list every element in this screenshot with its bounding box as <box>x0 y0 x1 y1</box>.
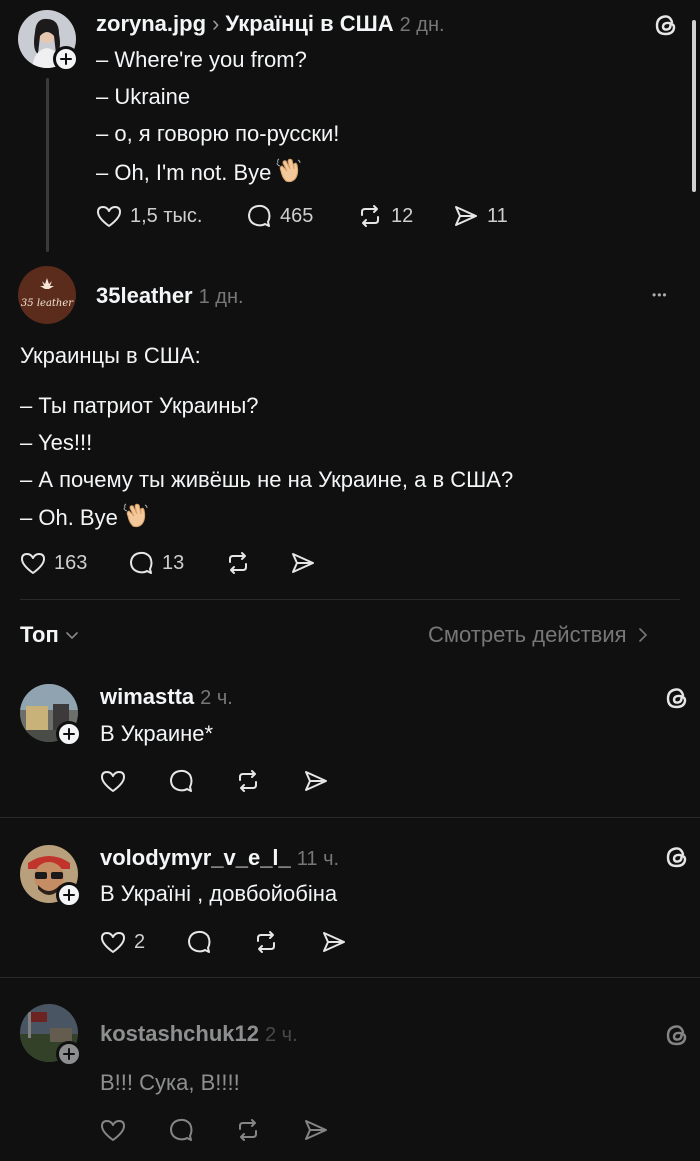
follow-plus-kostashchuk[interactable] <box>56 1041 82 1067</box>
divider <box>0 817 700 818</box>
reply-count: 13 <box>162 551 185 574</box>
comment-icon <box>130 551 153 574</box>
reply-button[interactable]: 13 <box>126 548 184 578</box>
share-button[interactable]: 11 <box>451 201 508 231</box>
heart-icon <box>97 206 121 227</box>
share-button[interactable] <box>301 766 331 796</box>
post-line: – Oh, I'm not. Bye <box>96 157 303 186</box>
waving-hand-icon <box>123 503 148 528</box>
view-activity-label: Смотреть действия <box>428 622 627 647</box>
divider <box>0 977 700 978</box>
heart-icon <box>101 771 125 792</box>
threads-logo-icon[interactable] <box>662 1020 692 1050</box>
reply-button[interactable] <box>166 766 196 796</box>
comment-time: 2 ч. <box>264 1024 298 1046</box>
post-line: – А почему ты живёшь не на Украине, а в … <box>20 467 514 492</box>
scrollbar-thumb[interactable] <box>692 20 696 192</box>
follow-plus-wimastta[interactable] <box>56 721 82 747</box>
comment-icon <box>170 1118 193 1141</box>
comment-icon <box>170 769 193 792</box>
send-icon <box>323 932 345 952</box>
like-count: 2 <box>134 930 146 953</box>
sort-dropdown[interactable]: Топ <box>20 622 79 648</box>
repost-icon <box>257 931 275 953</box>
like-count: 1,5 тыс. <box>130 204 203 227</box>
share-button[interactable] <box>301 1115 331 1145</box>
username-wimastta[interactable]: wimastta <box>100 684 194 710</box>
repost-button[interactable] <box>233 1115 263 1145</box>
post-line: – Oh. Bye <box>20 502 150 531</box>
repost-icon <box>229 552 247 574</box>
share-button[interactable] <box>288 548 318 578</box>
comment-icon <box>188 930 211 953</box>
follow-plus-zoryna[interactable] <box>53 46 79 72</box>
reply-button[interactable]: 465 <box>244 201 313 231</box>
comment-time: 11 ч. <box>296 848 340 870</box>
topic-tag[interactable]: Українці в США <box>225 11 393 37</box>
comment-text: В Украине* <box>100 721 214 746</box>
share-count: 11 <box>487 204 508 227</box>
username-zoryna[interactable]: zoryna.jpg <box>96 11 206 37</box>
username-volodymyr[interactable]: volodymyr_v_e_l_ <box>100 845 291 871</box>
post-time: 1 дн. <box>198 286 244 308</box>
divider <box>20 599 680 600</box>
like-button[interactable]: 163 <box>18 548 87 578</box>
threads-logo-icon[interactable] <box>662 842 692 872</box>
chevron-right-icon <box>638 628 647 642</box>
like-button[interactable] <box>98 766 128 796</box>
repost-button[interactable]: 12 <box>355 201 413 231</box>
like-count: 163 <box>54 551 88 574</box>
more-options-button[interactable]: ••• <box>652 288 668 302</box>
username-35leather[interactable]: 35leather <box>96 283 193 309</box>
send-icon <box>455 206 477 226</box>
post-line: – Ты патриот Украины? <box>20 393 259 418</box>
heart-icon <box>101 932 125 953</box>
repost-icon <box>239 1119 257 1141</box>
send-icon <box>305 771 327 791</box>
send-icon <box>292 553 314 573</box>
username-kostashchuk[interactable]: kostashchuk12 <box>100 1021 259 1047</box>
waving-hand-icon <box>276 158 301 183</box>
reply-button[interactable] <box>166 1115 196 1145</box>
reply-button[interactable] <box>184 927 214 957</box>
svg-text:35 leather: 35 leather <box>21 298 74 309</box>
repost-icon <box>239 770 257 792</box>
post-time: 2 дн. <box>399 14 445 36</box>
post-line: – Yes!!! <box>20 430 93 455</box>
like-button[interactable]: 2 <box>98 927 145 957</box>
reply-count: 465 <box>280 204 314 227</box>
repost-button[interactable] <box>223 548 253 578</box>
post-line: – о, я говорю по-русски! <box>96 121 340 146</box>
comment-text: В Україні , довбойобіна <box>100 881 338 906</box>
heart-icon <box>101 1120 125 1141</box>
repost-button[interactable] <box>251 927 281 957</box>
threads-logo-icon[interactable] <box>651 10 681 40</box>
view-activity-link[interactable]: Смотреть действия <box>428 622 649 648</box>
like-button[interactable]: 1,5 тыс. <box>94 201 202 231</box>
repost-button[interactable] <box>233 766 263 796</box>
breadcrumb-chevron-icon: › <box>212 11 220 36</box>
chevron-down-icon <box>65 632 78 640</box>
comment-icon <box>248 204 271 227</box>
avatar-35leather[interactable]: 35 leather <box>18 266 76 324</box>
post-line: – Ukraine <box>96 84 191 109</box>
threads-logo-icon[interactable] <box>662 683 692 713</box>
comment-time: 2 ч. <box>200 687 233 709</box>
post-title: Украинцы в США: <box>20 343 201 368</box>
share-button[interactable] <box>319 927 349 957</box>
sort-label: Топ <box>20 622 59 647</box>
comment-text: В!!! Сука, В!!!! <box>100 1070 240 1095</box>
send-icon <box>305 1120 327 1140</box>
thread-line <box>46 78 49 252</box>
like-button[interactable] <box>98 1115 128 1145</box>
post-line: – Where're you from? <box>96 47 307 72</box>
repost-count: 12 <box>391 204 414 227</box>
follow-plus-volodymyr[interactable] <box>56 882 82 908</box>
heart-icon <box>21 553 45 574</box>
repost-icon <box>361 205 379 227</box>
